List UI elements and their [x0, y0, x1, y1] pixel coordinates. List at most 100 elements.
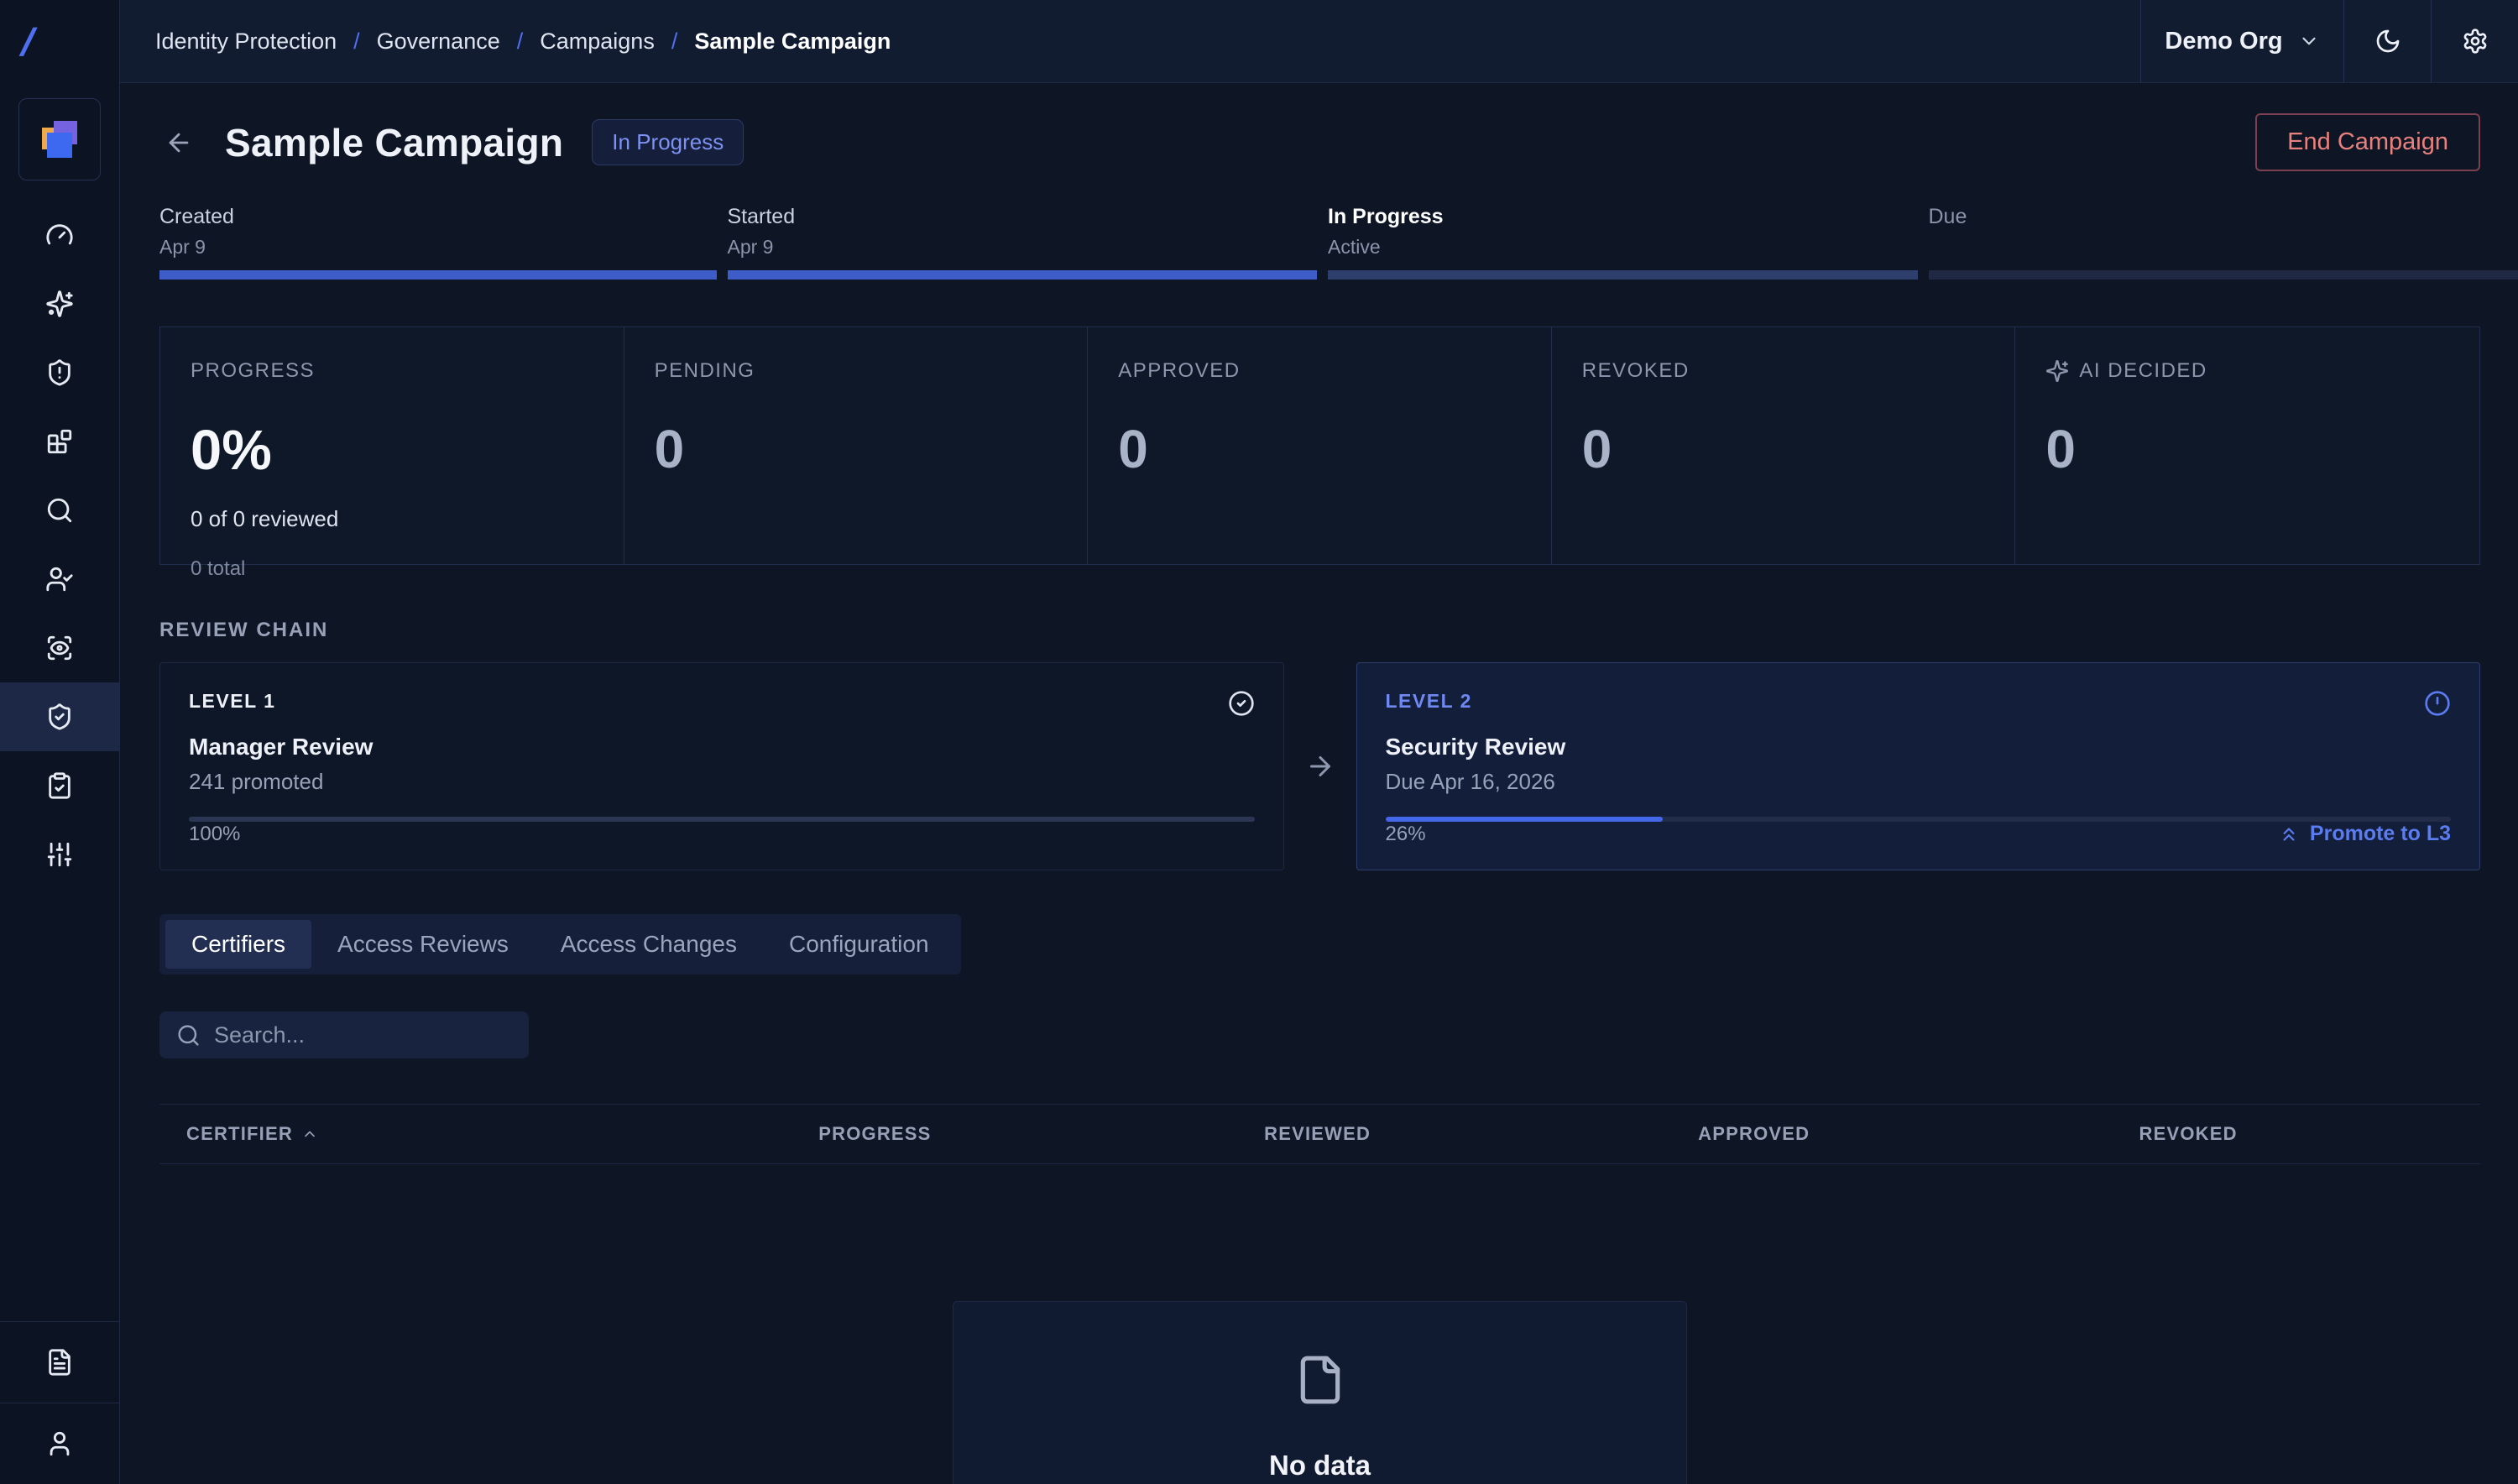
- stat-label: APPROVED: [1118, 359, 1521, 383]
- stat-label: PENDING: [655, 359, 1058, 383]
- timeline-phase-in-progress: In Progress Active: [1321, 205, 1918, 280]
- certifiers-table: CERTIFIER PROGRESS REVIEWED APPROVED REV…: [159, 1104, 2480, 1484]
- topbar: Identity Protection / Governance / Campa…: [120, 0, 2518, 83]
- level-label: LEVEL 1: [189, 690, 275, 713]
- stat-card-progress: PROGRESS 0% 0 of 0 reviewed 0 total: [160, 327, 624, 564]
- review-level-subtext: Due Apr 16, 2026: [1386, 769, 2452, 795]
- timeline-phase-sub: Apr 9: [728, 236, 1318, 259]
- progress-percent: 100%: [189, 823, 240, 846]
- timeline-bar-segment: [728, 270, 1318, 280]
- user-icon: [45, 1429, 74, 1458]
- file-text-icon: [45, 1348, 74, 1377]
- column-header-certifier[interactable]: CERTIFIER: [159, 1123, 818, 1145]
- org-name: Demo Org: [2165, 28, 2282, 55]
- circle-check-icon: [1228, 690, 1255, 717]
- timeline-bar-segment: [1328, 270, 1918, 280]
- stat-value: 0: [2045, 418, 2449, 480]
- stat-label: REVOKED: [1582, 359, 1985, 383]
- search-icon: [45, 496, 74, 525]
- file-icon: [953, 1354, 1686, 1406]
- timeline-phase-sub: Active: [1328, 236, 1918, 259]
- arrow-left-icon: [165, 128, 193, 157]
- chevrons-up-icon: [2278, 823, 2300, 845]
- stat-card-pending: PENDING 0: [624, 327, 1089, 564]
- brand-slash-logo: /: [19, 19, 34, 65]
- gear-icon: [2462, 28, 2489, 55]
- timeline-phase-label: In Progress: [1328, 205, 1918, 229]
- promote-to-l3-button[interactable]: Promote to L3: [2278, 822, 2451, 846]
- review-level-1-card: LEVEL 1 Manager Review 241 promoted 100%: [159, 662, 1284, 870]
- sliders-icon: [45, 840, 74, 869]
- end-campaign-button[interactable]: End Campaign: [2255, 113, 2480, 171]
- stats-row: PROGRESS 0% 0 of 0 reviewed 0 total PEND…: [159, 327, 2480, 565]
- search-icon: [176, 1023, 201, 1048]
- sidebar-item-shield-check[interactable]: [0, 682, 119, 751]
- app-logo-tile[interactable]: [18, 98, 101, 180]
- stat-label: PROGRESS: [191, 359, 593, 383]
- back-button[interactable]: [159, 123, 198, 162]
- sidebar-item-ai[interactable]: [0, 269, 119, 338]
- clock-icon: [2424, 690, 2451, 717]
- shield-alert-icon: [45, 358, 74, 387]
- column-label: REVIEWED: [1264, 1123, 1371, 1145]
- review-chain: LEVEL 1 Manager Review 241 promoted 100%…: [159, 662, 2480, 870]
- column-label: CERTIFIER: [186, 1123, 293, 1145]
- timeline-phase-label: Due: [1929, 205, 2518, 229]
- timeline-phase-created: Created Apr 9: [120, 205, 717, 280]
- sidebar-item-scan-eye[interactable]: [0, 614, 119, 682]
- review-chain-heading: REVIEW CHAIN: [159, 619, 2480, 642]
- sidebar-item-search[interactable]: [0, 476, 119, 545]
- clipboard-check-icon: [45, 771, 74, 800]
- sidebar-item-sliders[interactable]: [0, 820, 119, 889]
- breadcrumb-governance[interactable]: Governance: [377, 29, 500, 55]
- sidebar-item-documents[interactable]: [0, 1321, 119, 1403]
- timeline-phase-sub: [1929, 236, 2518, 259]
- settings-button[interactable]: [2431, 0, 2518, 82]
- column-label: PROGRESS: [818, 1123, 931, 1145]
- search-input[interactable]: [214, 1022, 512, 1048]
- stat-subtext: 0 of 0 reviewed: [191, 506, 593, 532]
- column-label: APPROVED: [1698, 1123, 1810, 1145]
- sidebar-item-user-check[interactable]: [0, 545, 119, 614]
- column-header-revoked[interactable]: REVOKED: [2139, 1123, 2480, 1145]
- org-switcher[interactable]: Demo Org: [2140, 0, 2343, 82]
- column-header-progress[interactable]: PROGRESS: [818, 1123, 1264, 1145]
- progress-percent: 26%: [1386, 823, 1426, 846]
- timeline-phase-sub: Apr 9: [159, 236, 717, 259]
- sparkles-icon: [45, 290, 74, 318]
- sidebar-item-dashboard[interactable]: [0, 201, 119, 269]
- breadcrumb-separator: /: [671, 29, 678, 55]
- tab-configuration[interactable]: Configuration: [763, 920, 955, 969]
- scan-eye-icon: [45, 634, 74, 662]
- tab-access-changes[interactable]: Access Changes: [535, 920, 763, 969]
- sort-ascending-icon: [301, 1126, 318, 1142]
- timeline-bar-segment: [159, 270, 717, 280]
- breadcrumb-campaigns[interactable]: Campaigns: [540, 29, 655, 55]
- stat-card-ai-decided: AI DECIDED 0: [2015, 327, 2479, 564]
- sidebar-item-account[interactable]: [0, 1403, 119, 1484]
- stat-value: 0: [1582, 418, 1985, 480]
- sidebar-item-apps[interactable]: [0, 407, 119, 476]
- timeline-phase-label: Created: [159, 205, 717, 229]
- promote-label: Promote to L3: [2310, 822, 2451, 846]
- theme-toggle-button[interactable]: [2343, 0, 2431, 82]
- progress-fill: [189, 817, 1255, 822]
- moon-icon: [2374, 28, 2401, 55]
- sidebar-item-clipboard-check[interactable]: [0, 751, 119, 820]
- breadcrumb-separator: /: [353, 29, 360, 55]
- column-header-approved[interactable]: APPROVED: [1698, 1123, 2139, 1145]
- page-header: Sample Campaign In Progress End Campaign: [120, 113, 2518, 171]
- arrow-right-icon: [1284, 662, 1356, 870]
- tab-access-reviews[interactable]: Access Reviews: [311, 920, 535, 969]
- breadcrumb-identity-protection[interactable]: Identity Protection: [155, 29, 337, 55]
- column-header-reviewed[interactable]: REVIEWED: [1264, 1123, 1698, 1145]
- breadcrumb-current-page: Sample Campaign: [694, 29, 891, 55]
- stat-label-text: AI DECIDED: [2079, 359, 2207, 383]
- status-badge: In Progress: [592, 119, 744, 165]
- tab-certifiers[interactable]: Certifiers: [165, 920, 311, 969]
- timeline-phase-label: Started: [728, 205, 1318, 229]
- progress-track: [189, 817, 1255, 822]
- sidebar-item-shield-alert[interactable]: [0, 338, 119, 407]
- stat-value: 0: [655, 418, 1058, 480]
- breadcrumb: Identity Protection / Governance / Campa…: [120, 0, 891, 82]
